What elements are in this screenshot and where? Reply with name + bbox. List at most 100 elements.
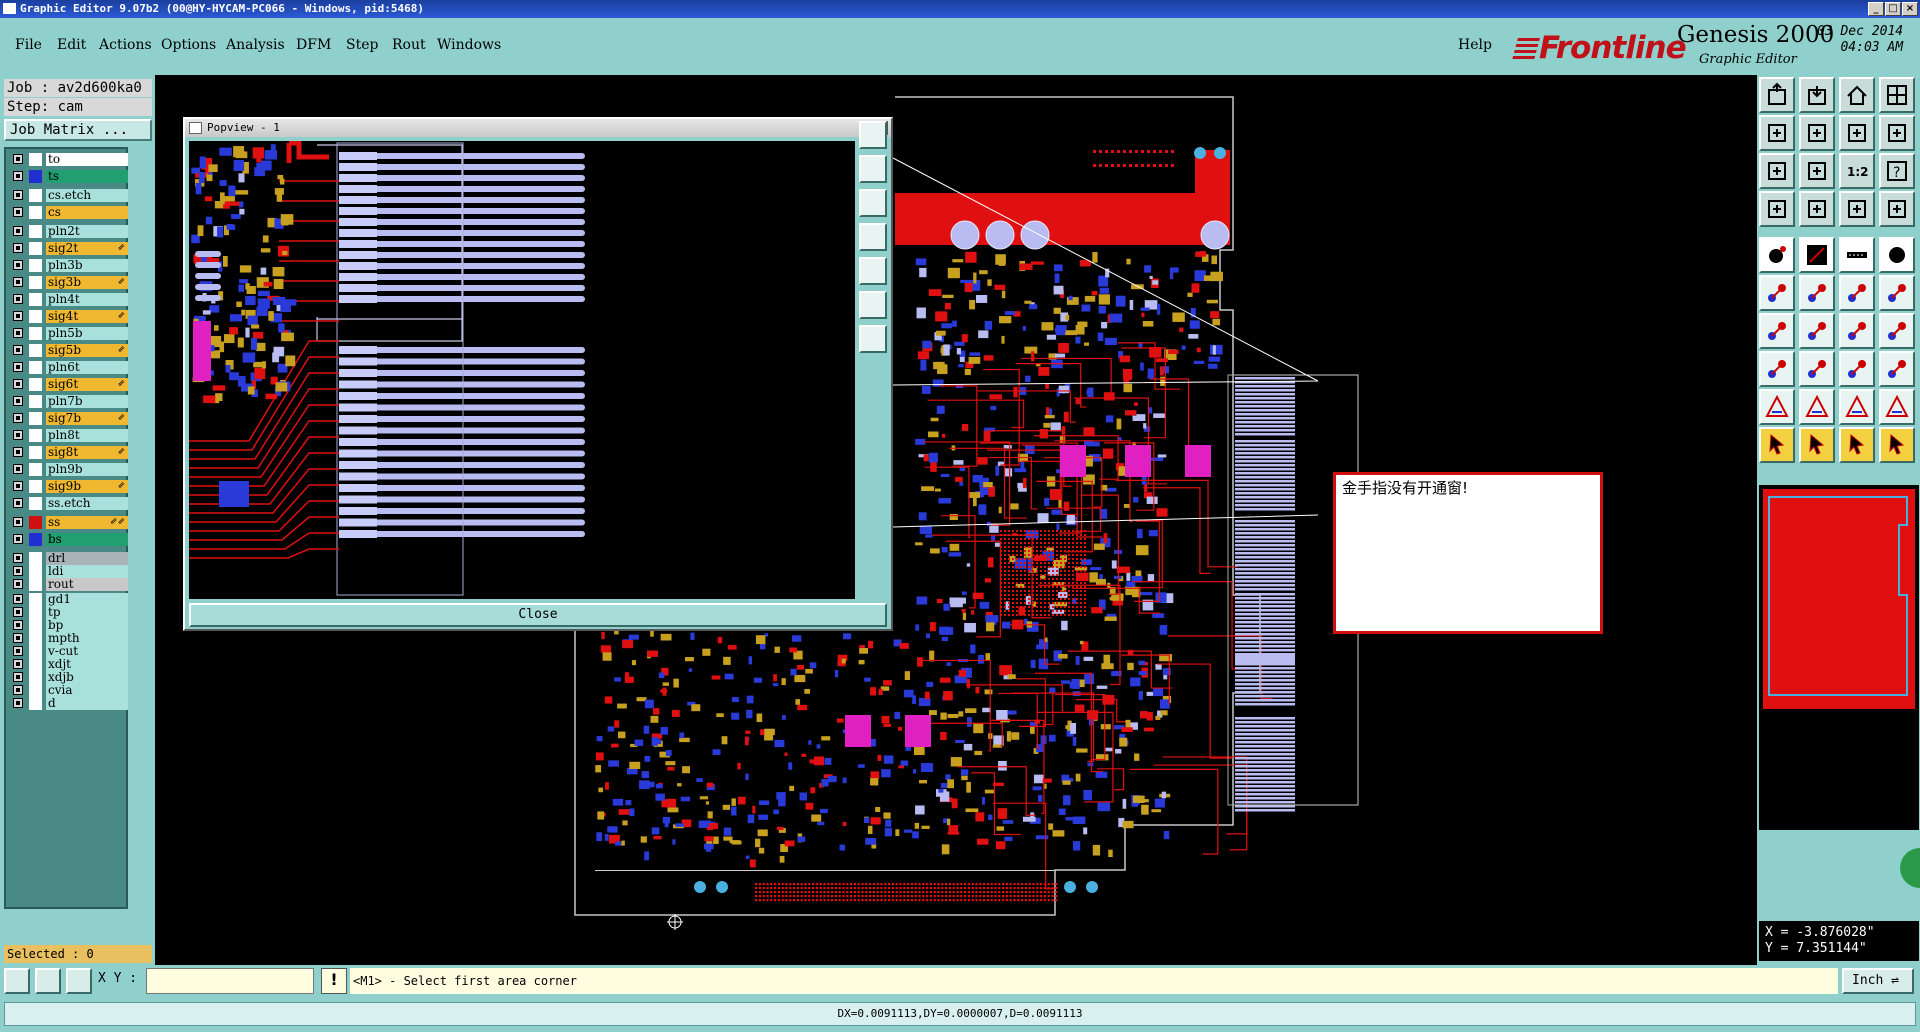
- layer-checkbox[interactable]: [13, 464, 23, 474]
- layer-color-swatch[interactable]: [29, 189, 42, 202]
- menu-dfm[interactable]: DFM: [296, 37, 331, 53]
- layer-color-swatch[interactable]: [29, 259, 42, 272]
- layer-checkbox[interactable]: [13, 311, 23, 321]
- layer-name[interactable]: sig9b ⇙: [46, 480, 128, 493]
- layer-row-ss-etch[interactable]: ss.etch: [9, 496, 129, 511]
- measure-button[interactable]: [1759, 191, 1795, 227]
- layer-checkbox[interactable]: [13, 154, 23, 164]
- mirror-button[interactable]: [1879, 313, 1915, 349]
- popview-home-button[interactable]: [859, 257, 887, 285]
- layer-name[interactable]: to: [46, 153, 128, 166]
- layer-color-swatch[interactable]: [29, 463, 42, 476]
- layer-checkbox[interactable]: [13, 226, 23, 236]
- split-button[interactable]: [1879, 275, 1915, 311]
- layer-name[interactable]: pln4t: [46, 293, 128, 306]
- layer-name[interactable]: pln7b: [46, 395, 128, 408]
- spread-button[interactable]: [1879, 351, 1915, 387]
- layer-name[interactable]: pln5b: [46, 327, 128, 340]
- feature-button[interactable]: [1799, 237, 1835, 273]
- layer-checkbox[interactable]: [13, 207, 23, 217]
- overview-map[interactable]: [1759, 485, 1919, 830]
- layer-row-ts[interactable]: ts: [9, 169, 129, 184]
- popview-close-button[interactable]: Close: [189, 603, 887, 627]
- layer-row-ss[interactable]: ss ⇙⇙: [9, 515, 129, 530]
- layer-name[interactable]: sig6t ⇙: [46, 378, 128, 391]
- layer-checkbox[interactable]: [13, 553, 23, 563]
- maximize-button[interactable]: □: [1885, 2, 1901, 16]
- layer-checkbox[interactable]: [13, 294, 23, 304]
- home-button[interactable]: [1839, 77, 1875, 113]
- layer-checkbox[interactable]: [13, 594, 23, 604]
- layer-color-swatch[interactable]: [29, 225, 42, 238]
- layer-color-swatch[interactable]: [29, 344, 42, 357]
- layer-checkbox[interactable]: [13, 260, 23, 270]
- layer-name[interactable]: pln9b: [46, 463, 128, 476]
- layer-checkbox[interactable]: [13, 345, 23, 355]
- warning-button[interactable]: !: [321, 968, 347, 994]
- open-button[interactable]: [1759, 77, 1795, 113]
- redo-button[interactable]: [1799, 115, 1835, 151]
- tri4-button[interactable]: [1879, 389, 1915, 425]
- delete-button[interactable]: [1799, 275, 1835, 311]
- menu-file[interactable]: File: [15, 37, 42, 53]
- layer-row-cs[interactable]: cs: [9, 205, 129, 220]
- layer-name[interactable]: cs: [46, 206, 128, 219]
- layer-name[interactable]: ss ⇙⇙: [46, 516, 128, 529]
- layer-row-sig8t[interactable]: sig8t ⇙: [9, 445, 129, 460]
- layer-row-pln5b[interactable]: pln5b: [9, 326, 129, 341]
- layer-color-swatch[interactable]: [29, 697, 42, 710]
- menu-actions[interactable]: Actions: [99, 37, 152, 53]
- popview-pan-button[interactable]: [859, 223, 887, 251]
- layer-checkbox[interactable]: [13, 413, 23, 423]
- layer-color-swatch[interactable]: [29, 170, 42, 183]
- layer-name[interactable]: pln3b: [46, 259, 128, 272]
- popview-zoom-out-button[interactable]: [859, 155, 887, 183]
- layer-checkbox[interactable]: [13, 646, 23, 656]
- close-window-button[interactable]: ×: [1902, 2, 1918, 16]
- layer-checkbox[interactable]: [13, 243, 23, 253]
- layer-name[interactable]: bs: [46, 533, 128, 546]
- scale-button[interactable]: 1:2: [1839, 153, 1875, 189]
- layer-color-swatch[interactable]: [29, 429, 42, 442]
- connect-button[interactable]: [1759, 275, 1795, 311]
- dot-button[interactable]: [1879, 237, 1915, 273]
- layer-row-pln6t[interactable]: pln6t: [9, 360, 129, 375]
- pointer-button[interactable]: [1759, 427, 1795, 463]
- fit-button[interactable]: [1759, 153, 1795, 189]
- menu-windows[interactable]: Windows: [437, 37, 501, 53]
- layer-checkbox[interactable]: [13, 685, 23, 695]
- undo-button[interactable]: [1759, 115, 1795, 151]
- layer-row-pln3b[interactable]: pln3b: [9, 258, 129, 273]
- route-button[interactable]: [1839, 275, 1875, 311]
- layer-name[interactable]: cs.etch: [46, 189, 128, 202]
- zoom-fit-button[interactable]: [1799, 153, 1835, 189]
- layer-checkbox[interactable]: [13, 659, 23, 669]
- grid-mode-icon[interactable]: [66, 968, 92, 994]
- popview-zoom-in-button[interactable]: [859, 121, 887, 149]
- layer-row-sig9b[interactable]: sig9b ⇙: [9, 479, 129, 494]
- layer-name[interactable]: ss.etch: [46, 497, 128, 510]
- board-overview[interactable]: [1759, 485, 1919, 830]
- layer-row-sig3b[interactable]: sig3b ⇙: [9, 275, 129, 290]
- layer-checkbox[interactable]: [13, 379, 23, 389]
- layer-checkbox[interactable]: [13, 566, 23, 576]
- pointer3-button[interactable]: [1839, 427, 1875, 463]
- layer-checkbox[interactable]: [13, 430, 23, 440]
- layers-up-button[interactable]: [1839, 191, 1875, 227]
- layer-color-swatch[interactable]: [29, 293, 42, 306]
- layer-name[interactable]: sig3b ⇙: [46, 276, 128, 289]
- pointer4-button[interactable]: [1879, 427, 1915, 463]
- line-button[interactable]: [1839, 237, 1875, 273]
- layer-checkbox[interactable]: [13, 328, 23, 338]
- layer-checkbox[interactable]: [13, 498, 23, 508]
- layer-name[interactable]: pln2t: [46, 225, 128, 238]
- layer-name[interactable]: d: [46, 697, 128, 710]
- layer-name[interactable]: pln6t: [46, 361, 128, 374]
- pointer2-button[interactable]: [1799, 427, 1835, 463]
- layer-checkbox[interactable]: [13, 171, 23, 181]
- tri2-button[interactable]: [1799, 389, 1835, 425]
- layer-color-swatch[interactable]: [29, 242, 42, 255]
- zoom-back-button[interactable]: [1839, 115, 1875, 151]
- pad-button[interactable]: [1759, 237, 1795, 273]
- minimize-button[interactable]: _: [1868, 2, 1884, 16]
